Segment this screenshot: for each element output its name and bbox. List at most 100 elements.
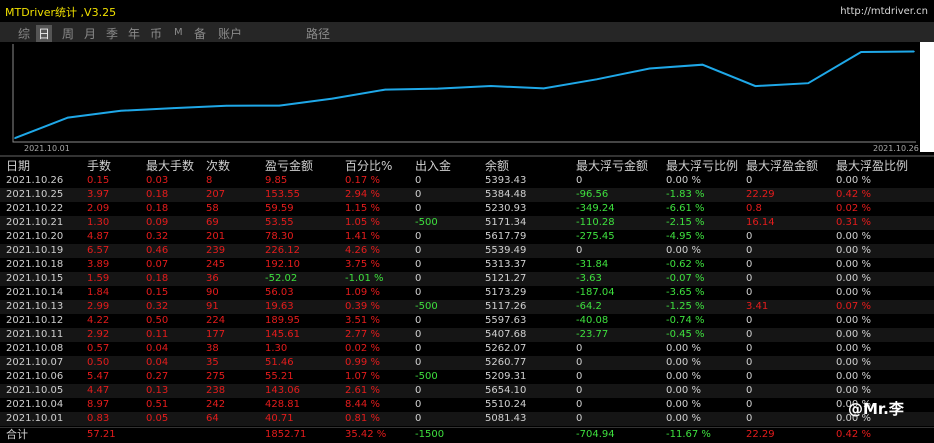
- cell-max-float-profit: 16.14: [746, 217, 775, 228]
- table-row[interactable]: 2021.10.12 4.22 0.50 224 189.95 3.51 % 0 5597.6…: [0, 314, 934, 328]
- equity-point: [648, 67, 651, 70]
- cell-percent: 2.77 %: [345, 329, 380, 340]
- table-row[interactable]: 2021.10.20 4.87 0.32 201 78.30 1.41 % 0 5617.79…: [0, 230, 934, 244]
- total-max-float-profit: 22.29: [746, 429, 775, 440]
- cell-max-float-loss: -31.84: [576, 259, 609, 270]
- cell-max-lots: 0.09: [146, 217, 169, 228]
- cell-count: 224: [206, 315, 226, 326]
- cell-max-float-loss-pct: -0.45 %: [666, 329, 705, 340]
- cell-max-float-profit: 0: [746, 357, 753, 368]
- tab-m[interactable]: M: [172, 27, 185, 38]
- header-deposit[interactable]: 出入金: [415, 158, 451, 174]
- header-max-float-loss[interactable]: 最大浮亏金额: [576, 158, 648, 174]
- equity-point: [701, 63, 704, 66]
- header-max-lots[interactable]: 最大手数: [146, 158, 194, 174]
- total-date: 合计: [6, 428, 28, 441]
- table-row[interactable]: 2021.10.15 1.59 0.18 36 -52.02 -1.01 % 0 5121.2…: [0, 272, 934, 286]
- total-max-float-profit-pct: 0.42 %: [836, 429, 871, 440]
- cell-deposit: 0: [415, 287, 422, 298]
- cell-count: 245: [206, 259, 226, 270]
- equity-chart-svg: [12, 44, 916, 143]
- cell-pnl: 226.12: [265, 245, 300, 256]
- table-row[interactable]: 2021.10.11 2.92 0.11 177 145.61 2.77 % 0 5407.6…: [0, 328, 934, 342]
- site-url-link[interactable]: http://mtdriver.cn: [840, 6, 928, 17]
- table-row[interactable]: 2021.10.13 2.99 0.32 91 19.63 0.39 % -500 5117.…: [0, 300, 934, 314]
- header-balance[interactable]: 余额: [485, 158, 509, 174]
- cell-pnl: 1.30: [265, 343, 288, 354]
- tab-quarter[interactable]: 季: [104, 25, 120, 42]
- cell-pnl: 55.21: [265, 371, 294, 382]
- cell-percent: 1.07 %: [345, 371, 380, 382]
- header-date[interactable]: 日期: [6, 158, 30, 174]
- chart-end-date: 2021.10.26: [873, 144, 919, 153]
- header-max-float-profit[interactable]: 最大浮盈金额: [746, 158, 818, 174]
- tab-note[interactable]: 备: [192, 25, 208, 42]
- cell-max-float-profit: 0: [746, 343, 753, 354]
- cell-balance: 5617.79: [485, 231, 527, 242]
- table-row[interactable]: 2021.10.08 0.57 0.04 38 1.30 0.02 % 0 5262.07 0 0…: [0, 342, 934, 356]
- equity-point: [437, 87, 439, 90]
- table-row[interactable]: 2021.10.18 3.89 0.07 245 192.10 3.75 % 0 5313.3…: [0, 258, 934, 272]
- cell-date: 2021.10.25: [6, 189, 64, 200]
- cell-count: 177: [206, 329, 226, 340]
- table-row[interactable]: 2021.10.04 8.97 0.51 242 428.81 8.44 % 0 5510.2…: [0, 398, 934, 412]
- equity-point: [754, 85, 757, 87]
- table-row[interactable]: 2021.10.06 5.47 0.27 275 55.21 1.07 % -500 5209…: [0, 370, 934, 384]
- cell-percent: 4.26 %: [345, 245, 380, 256]
- cell-max-lots: 0.03: [146, 175, 169, 186]
- header-max-float-profit-pct[interactable]: 最大浮盈比例: [836, 158, 908, 174]
- tab-week[interactable]: 周: [60, 25, 76, 42]
- table-row[interactable]: 2021.10.25 3.97 0.18 207 153.55 2.94 % 0 5384.4…: [0, 188, 934, 202]
- table-row[interactable]: 2021.10.05 4.47 0.13 238 143.06 2.61 % 0 5654.1…: [0, 384, 934, 398]
- tab-path[interactable]: 路径: [304, 25, 332, 42]
- cell-date: 2021.10.01: [6, 413, 64, 424]
- cell-date: 2021.10.11: [6, 329, 64, 340]
- cell-count: 201: [206, 231, 226, 242]
- cell-max-float-profit: 3.41: [746, 301, 769, 312]
- cell-count: 90: [206, 287, 219, 298]
- cell-lots: 3.89: [87, 259, 110, 270]
- equity-point: [384, 88, 387, 91]
- cell-max-float-loss-pct: 0.00 %: [666, 175, 701, 186]
- tab-day[interactable]: 日: [36, 25, 53, 42]
- table-row[interactable]: 2021.10.07 0.50 0.04 35 51.46 0.99 % 0 5260.77 0…: [0, 356, 934, 370]
- cell-max-float-loss-pct: -3.65 %: [666, 287, 705, 298]
- cell-lots: 2.99: [87, 301, 110, 312]
- table-row[interactable]: 2021.10.01 0.83 0.05 64 40.71 0.81 % 0 5081.43 0…: [0, 412, 934, 426]
- header-percent[interactable]: 百分比%: [345, 158, 392, 174]
- cell-deposit: 0: [415, 329, 422, 340]
- equity-point: [913, 50, 915, 53]
- cell-date: 2021.10.14: [6, 287, 64, 298]
- cell-balance: 5384.48: [485, 189, 527, 200]
- tab-month[interactable]: 月: [82, 25, 98, 42]
- tab-currency[interactable]: 币: [148, 25, 164, 42]
- cell-balance: 5209.31: [485, 371, 527, 382]
- cell-max-lots: 0.13: [146, 385, 169, 396]
- table-row[interactable]: 2021.10.19 6.57 0.46 239 226.12 4.26 % 0 5539.4…: [0, 244, 934, 258]
- table-row[interactable]: 2021.10.26 0.15 0.03 8 9.85 0.17 % 0 5393.43 0 0.…: [0, 174, 934, 188]
- cell-count: 275: [206, 371, 226, 382]
- table-row[interactable]: 2021.10.22 2.09 0.18 58 59.59 1.15 % 0 5230.93 -…: [0, 202, 934, 216]
- tab-account[interactable]: 账户: [216, 25, 244, 42]
- cell-max-float-loss: 0: [576, 371, 583, 382]
- total-percent: 35.42 %: [345, 429, 387, 440]
- cell-count: 238: [206, 385, 226, 396]
- tab-year[interactable]: 年: [126, 25, 142, 42]
- table-row[interactable]: 2021.10.14 1.84 0.15 90 56.03 1.09 % 0 5173.29 -…: [0, 286, 934, 300]
- cell-pnl: 53.55: [265, 217, 294, 228]
- cell-lots: 2.09: [87, 203, 110, 214]
- cell-pnl: 59.59: [265, 203, 294, 214]
- header-count[interactable]: 次数: [206, 158, 230, 174]
- cell-balance: 5262.07: [485, 343, 527, 354]
- cell-max-float-loss: -64.2: [576, 301, 602, 312]
- watermark-text: @Mr.李: [848, 400, 904, 418]
- chart-scrollbar[interactable]: [920, 42, 934, 152]
- table-row[interactable]: 2021.10.21 1.30 0.09 69 53.55 1.05 % -500 5171.…: [0, 216, 934, 230]
- tab-summary[interactable]: 综: [16, 25, 32, 42]
- header-max-float-loss-pct[interactable]: 最大浮亏比例: [666, 158, 738, 174]
- cell-percent: 2.94 %: [345, 189, 380, 200]
- header-pnl[interactable]: 盈亏金额: [265, 158, 313, 174]
- header-lots[interactable]: 手数: [87, 158, 111, 174]
- cell-max-float-profit: 0: [746, 245, 753, 256]
- cell-max-float-profit-pct: 0.00 %: [836, 273, 871, 284]
